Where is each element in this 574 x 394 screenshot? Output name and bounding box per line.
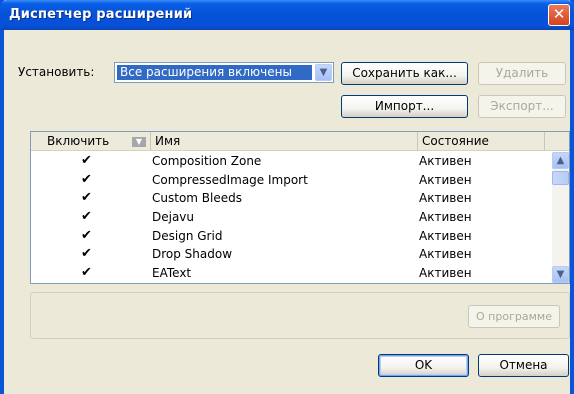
list-item[interactable]: ✔ Drop Shadow Активен — [31, 245, 552, 264]
list-item[interactable]: ✔ Composition Zone Активен — [31, 152, 552, 171]
export-button[interactable]: Экспорт... — [478, 95, 566, 118]
sort-icon[interactable]: ▼ — [132, 137, 146, 147]
checkmark-icon[interactable]: ✔ — [81, 171, 92, 189]
list-item[interactable]: ✔ EAText Активен — [31, 264, 552, 283]
checkmark-icon[interactable]: ✔ — [81, 227, 92, 245]
list-item[interactable]: ✔ Dejavu Активен — [31, 208, 552, 227]
column-header-enable[interactable]: Включить ▼ — [31, 132, 151, 151]
title-bar[interactable]: Диспетчер расширений ✕ — [0, 0, 574, 30]
chevron-down-icon[interactable]: ▼ — [315, 64, 332, 81]
checkmark-icon[interactable]: ✔ — [81, 152, 92, 170]
checkmark-icon[interactable]: ✔ — [81, 189, 92, 207]
list-item[interactable]: ✔ Design Grid Активен — [31, 227, 552, 246]
list-header: Включить ▼ Имя Состояние — [31, 132, 569, 151]
set-dropdown[interactable]: Все расширения включены ▼ — [114, 62, 334, 83]
delete-button[interactable]: Удалить — [478, 62, 566, 85]
set-dropdown-value: Все расширения включены — [117, 65, 312, 80]
scroll-down-icon[interactable]: ▼ — [552, 266, 569, 283]
cancel-button[interactable]: Отмена — [478, 354, 569, 377]
list-item[interactable]: ✔ Custom Bleeds Активен — [31, 189, 552, 208]
extension-manager-window: Диспетчер расширений ✕ Установить: Все р… — [0, 0, 574, 394]
scroll-up-icon[interactable]: ▲ — [552, 152, 569, 169]
window-title: Диспетчер расширений — [9, 7, 193, 22]
checkmark-icon[interactable]: ✔ — [81, 245, 92, 263]
about-button[interactable]: О программе — [468, 305, 560, 328]
extension-status: Активен — [419, 228, 472, 243]
save-as-button[interactable]: Сохранить как... — [341, 62, 468, 85]
extension-name: Dejavu — [152, 210, 195, 225]
extension-name: EAText — [152, 266, 192, 281]
extensions-list[interactable]: Включить ▼ Имя Состояние ✔ Composition Z… — [30, 131, 570, 284]
extension-status: Активен — [419, 266, 472, 281]
ok-button[interactable]: OK — [378, 354, 469, 377]
close-button[interactable]: ✕ — [548, 4, 570, 26]
checkmark-icon[interactable]: ✔ — [81, 264, 92, 282]
checkmark-icon[interactable]: ✔ — [81, 208, 92, 226]
vertical-scrollbar[interactable]: ▲ ▼ — [552, 152, 569, 283]
column-header-status[interactable]: Состояние — [418, 132, 545, 151]
list-rows: ✔ Composition Zone Активен ✔ CompressedI… — [31, 152, 552, 283]
extension-status: Активен — [419, 210, 472, 225]
extension-name: Drop Shadow — [152, 247, 233, 262]
scroll-thumb[interactable] — [552, 171, 569, 185]
details-panel: О программе — [30, 292, 570, 339]
extension-status: Активен — [419, 191, 472, 206]
set-label: Установить: — [18, 65, 95, 79]
import-button[interactable]: Импорт... — [341, 95, 468, 118]
list-item[interactable]: ✔ CompressedImage Import Активен — [31, 171, 552, 190]
extension-name: Custom Bleeds — [152, 191, 242, 206]
extension-name: CompressedImage Import — [152, 172, 308, 187]
extension-name: Composition Zone — [152, 154, 262, 168]
extension-status: Активен — [419, 172, 472, 187]
extension-name: Design Grid — [152, 228, 223, 243]
column-header-name[interactable]: Имя — [151, 132, 418, 151]
extension-status: Активен — [419, 247, 472, 262]
column-header-enable-label: Включить — [47, 134, 110, 148]
extension-status: Активен — [419, 154, 472, 168]
